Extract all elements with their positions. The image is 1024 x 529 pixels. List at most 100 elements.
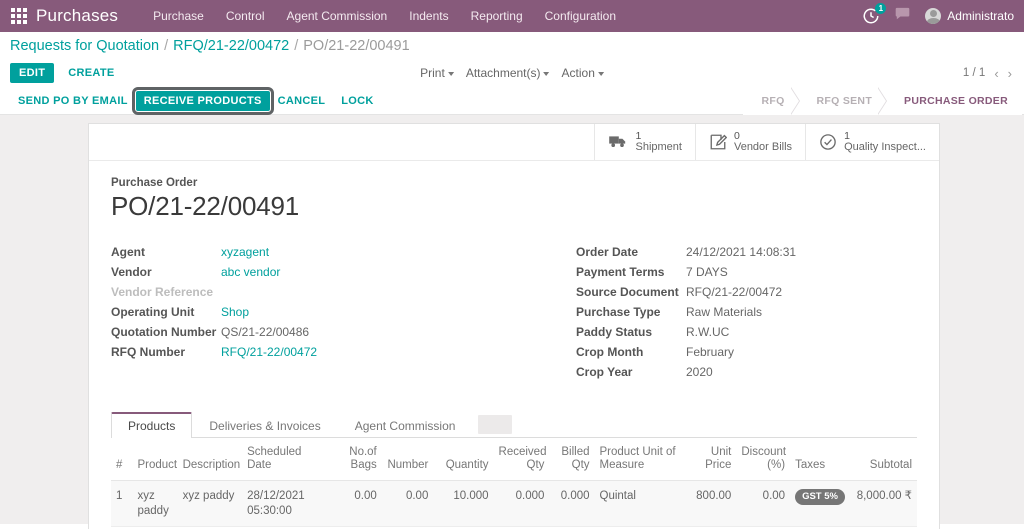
action-label: Action xyxy=(562,66,595,80)
field-column-right: Order Date 24/12/2021 14:08:31 Payment T… xyxy=(514,244,917,384)
record-title-label: Purchase Order xyxy=(111,177,917,189)
status-badge: GST 5% xyxy=(795,489,845,505)
shipment-smart-button[interactable]: 1 Shipment xyxy=(594,124,694,160)
col-product: Product xyxy=(132,438,177,481)
send-po-by-email-button[interactable]: SEND PO BY EMAIL xyxy=(10,91,136,111)
pager-count: 1 / 1 xyxy=(963,67,985,79)
breadcrumb-parent[interactable]: RFQ/21-22/00472 xyxy=(173,38,289,54)
field-order-date-value: 24/12/2021 14:08:31 xyxy=(686,244,796,261)
clock-activity-icon[interactable]: 1 xyxy=(862,7,880,25)
smart-button-box: 1 Shipment 0 Vendor Bills xyxy=(89,124,939,161)
tab-agent-commission[interactable]: Agent Commission xyxy=(338,413,473,438)
tab-deliveries-invoices[interactable]: Deliveries & Invoices xyxy=(192,413,337,438)
cell-received-qty[interactable]: 0.000 xyxy=(494,481,550,527)
table-row[interactable]: 1 xyz paddy xyz paddy 28/12/2021 05:30:0… xyxy=(111,481,917,527)
field-agent-label: Agent xyxy=(111,244,221,261)
tab-products[interactable]: Products xyxy=(111,412,192,438)
cell-billed-qty[interactable]: 0.000 xyxy=(549,481,594,527)
edit-button[interactable]: EDIT xyxy=(10,63,54,83)
chevron-down-icon xyxy=(598,72,604,76)
field-crop-month-value: February xyxy=(686,344,734,361)
main-menu: Purchase Control Agent Commission Indent… xyxy=(142,3,627,29)
check-circle-icon xyxy=(819,133,837,151)
notebook: Products Deliveries & Invoices Agent Com… xyxy=(111,410,917,529)
field-operating-unit-label: Operating Unit xyxy=(111,304,221,321)
menu-item-reporting[interactable]: Reporting xyxy=(460,3,534,29)
field-rfq-number-value[interactable]: RFQ/21-22/00472 xyxy=(221,344,317,361)
cell-number[interactable]: 0.00 xyxy=(382,481,434,527)
menu-item-control[interactable]: Control xyxy=(215,3,276,29)
cell-no-of-bags[interactable]: 0.00 xyxy=(330,481,382,527)
stage-rfq-sent[interactable]: RFQ SENT xyxy=(799,87,886,115)
field-column-left: Agent xyzagent Vendor abc vendor Vendor … xyxy=(111,244,514,384)
vendor-bills-label: Vendor Bills xyxy=(734,142,792,154)
field-source-document: Source Document RFQ/21-22/00472 xyxy=(576,284,917,301)
print-label: Print xyxy=(420,66,445,80)
user-avatar-icon xyxy=(925,8,941,24)
form-content-area: 1 Shipment 0 Vendor Bills xyxy=(0,115,1024,524)
print-dropdown[interactable]: Print xyxy=(420,66,454,80)
control-panel-dropdowns: Print Attachment(s) Action xyxy=(420,66,604,80)
cell-taxes[interactable]: GST 5% xyxy=(790,481,842,527)
col-unit-price: Unit Price xyxy=(683,438,737,481)
col-uom: Product Unit of Measure xyxy=(595,438,683,481)
chevron-right-icon[interactable]: › xyxy=(1008,66,1012,81)
col-description: Description xyxy=(178,438,242,481)
action-dropdown[interactable]: Action xyxy=(562,66,604,80)
field-source-document-value: RFQ/21-22/00472 xyxy=(686,284,782,301)
cell-product[interactable]: xyz paddy xyxy=(132,481,177,527)
chat-bubble-icon[interactable] xyxy=(894,5,911,27)
user-menu[interactable]: Administrato xyxy=(925,8,1014,24)
field-rfq-number: RFQ Number RFQ/21-22/00472 xyxy=(111,344,514,361)
field-vendor-value[interactable]: abc vendor xyxy=(221,264,280,281)
field-crop-year-label: Crop Year xyxy=(576,364,686,381)
quality-inspection-label: Quality Inspect... xyxy=(844,142,926,154)
top-navbar: Purchases Purchase Control Agent Commiss… xyxy=(0,0,1024,32)
sheet-body: Purchase Order PO/21-22/00491 Agent xyza… xyxy=(89,161,939,529)
cell-unit-price[interactable]: 800.00 xyxy=(683,481,737,527)
col-billed-qty: Billed Qty xyxy=(549,438,594,481)
cell-discount[interactable]: 0.00 xyxy=(736,481,790,527)
cell-quantity[interactable]: 10.000 xyxy=(433,481,493,527)
attachments-dropdown[interactable]: Attachment(s) xyxy=(466,66,550,80)
cell-description[interactable]: xyz paddy xyxy=(178,481,242,527)
shipment-label: Shipment xyxy=(635,142,681,154)
cancel-button[interactable]: CANCEL xyxy=(270,91,334,111)
workflow-statusbar-row: SEND PO BY EMAIL RECEIVE PRODUCTS CANCEL… xyxy=(0,87,1024,115)
field-rfq-number-label: RFQ Number xyxy=(111,344,221,361)
create-button[interactable]: CREATE xyxy=(60,63,122,83)
vendor-bills-smart-button[interactable]: 0 Vendor Bills xyxy=(695,124,805,160)
menu-item-configuration[interactable]: Configuration xyxy=(534,3,627,29)
breadcrumb: Requests for Quotation / RFQ/21-22/00472… xyxy=(0,32,1024,59)
order-lines-table: # Product Description Scheduled Date No.… xyxy=(111,438,917,529)
field-vendor-label: Vendor xyxy=(111,264,221,281)
field-quotation-number-label: Quotation Number xyxy=(111,324,221,341)
stage-purchase-order[interactable]: PURCHASE ORDER xyxy=(886,87,1022,115)
quality-inspection-smart-button[interactable]: 1 Quality Inspect... xyxy=(805,124,939,160)
breadcrumb-root[interactable]: Requests for Quotation xyxy=(10,38,159,54)
receive-products-button[interactable]: RECEIVE PRODUCTS xyxy=(136,91,270,111)
field-vendor: Vendor abc vendor xyxy=(111,264,514,281)
field-purchase-type: Purchase Type Raw Materials xyxy=(576,304,917,321)
field-quotation-number-value: QS/21-22/00486 xyxy=(221,324,309,341)
field-vendor-reference-label: Vendor Reference xyxy=(111,284,221,301)
lock-button[interactable]: LOCK xyxy=(333,91,381,111)
cell-index: 1 xyxy=(111,481,132,527)
menu-item-agent-commission[interactable]: Agent Commission xyxy=(276,3,399,29)
col-subtotal: Subtotal xyxy=(842,438,917,481)
chevron-left-icon[interactable]: ‹ xyxy=(994,66,998,81)
app-brand-title[interactable]: Purchases xyxy=(36,6,118,26)
col-number: Number xyxy=(382,438,434,481)
field-agent: Agent xyzagent xyxy=(111,244,514,261)
cell-scheduled-date[interactable]: 28/12/2021 05:30:00 xyxy=(242,481,330,527)
field-quotation-number: Quotation Number QS/21-22/00486 xyxy=(111,324,514,341)
stage-rfq[interactable]: RFQ xyxy=(743,87,798,115)
apps-grid-icon[interactable] xyxy=(10,7,28,25)
cell-uom[interactable]: Quintal xyxy=(595,481,683,527)
notebook-tabs: Products Deliveries & Invoices Agent Com… xyxy=(111,410,917,438)
field-operating-unit-value[interactable]: Shop xyxy=(221,304,249,321)
menu-item-indents[interactable]: Indents xyxy=(398,3,459,29)
breadcrumb-current: PO/21-22/00491 xyxy=(303,38,409,54)
field-agent-value[interactable]: xyzagent xyxy=(221,244,269,261)
menu-item-purchase[interactable]: Purchase xyxy=(142,3,215,29)
